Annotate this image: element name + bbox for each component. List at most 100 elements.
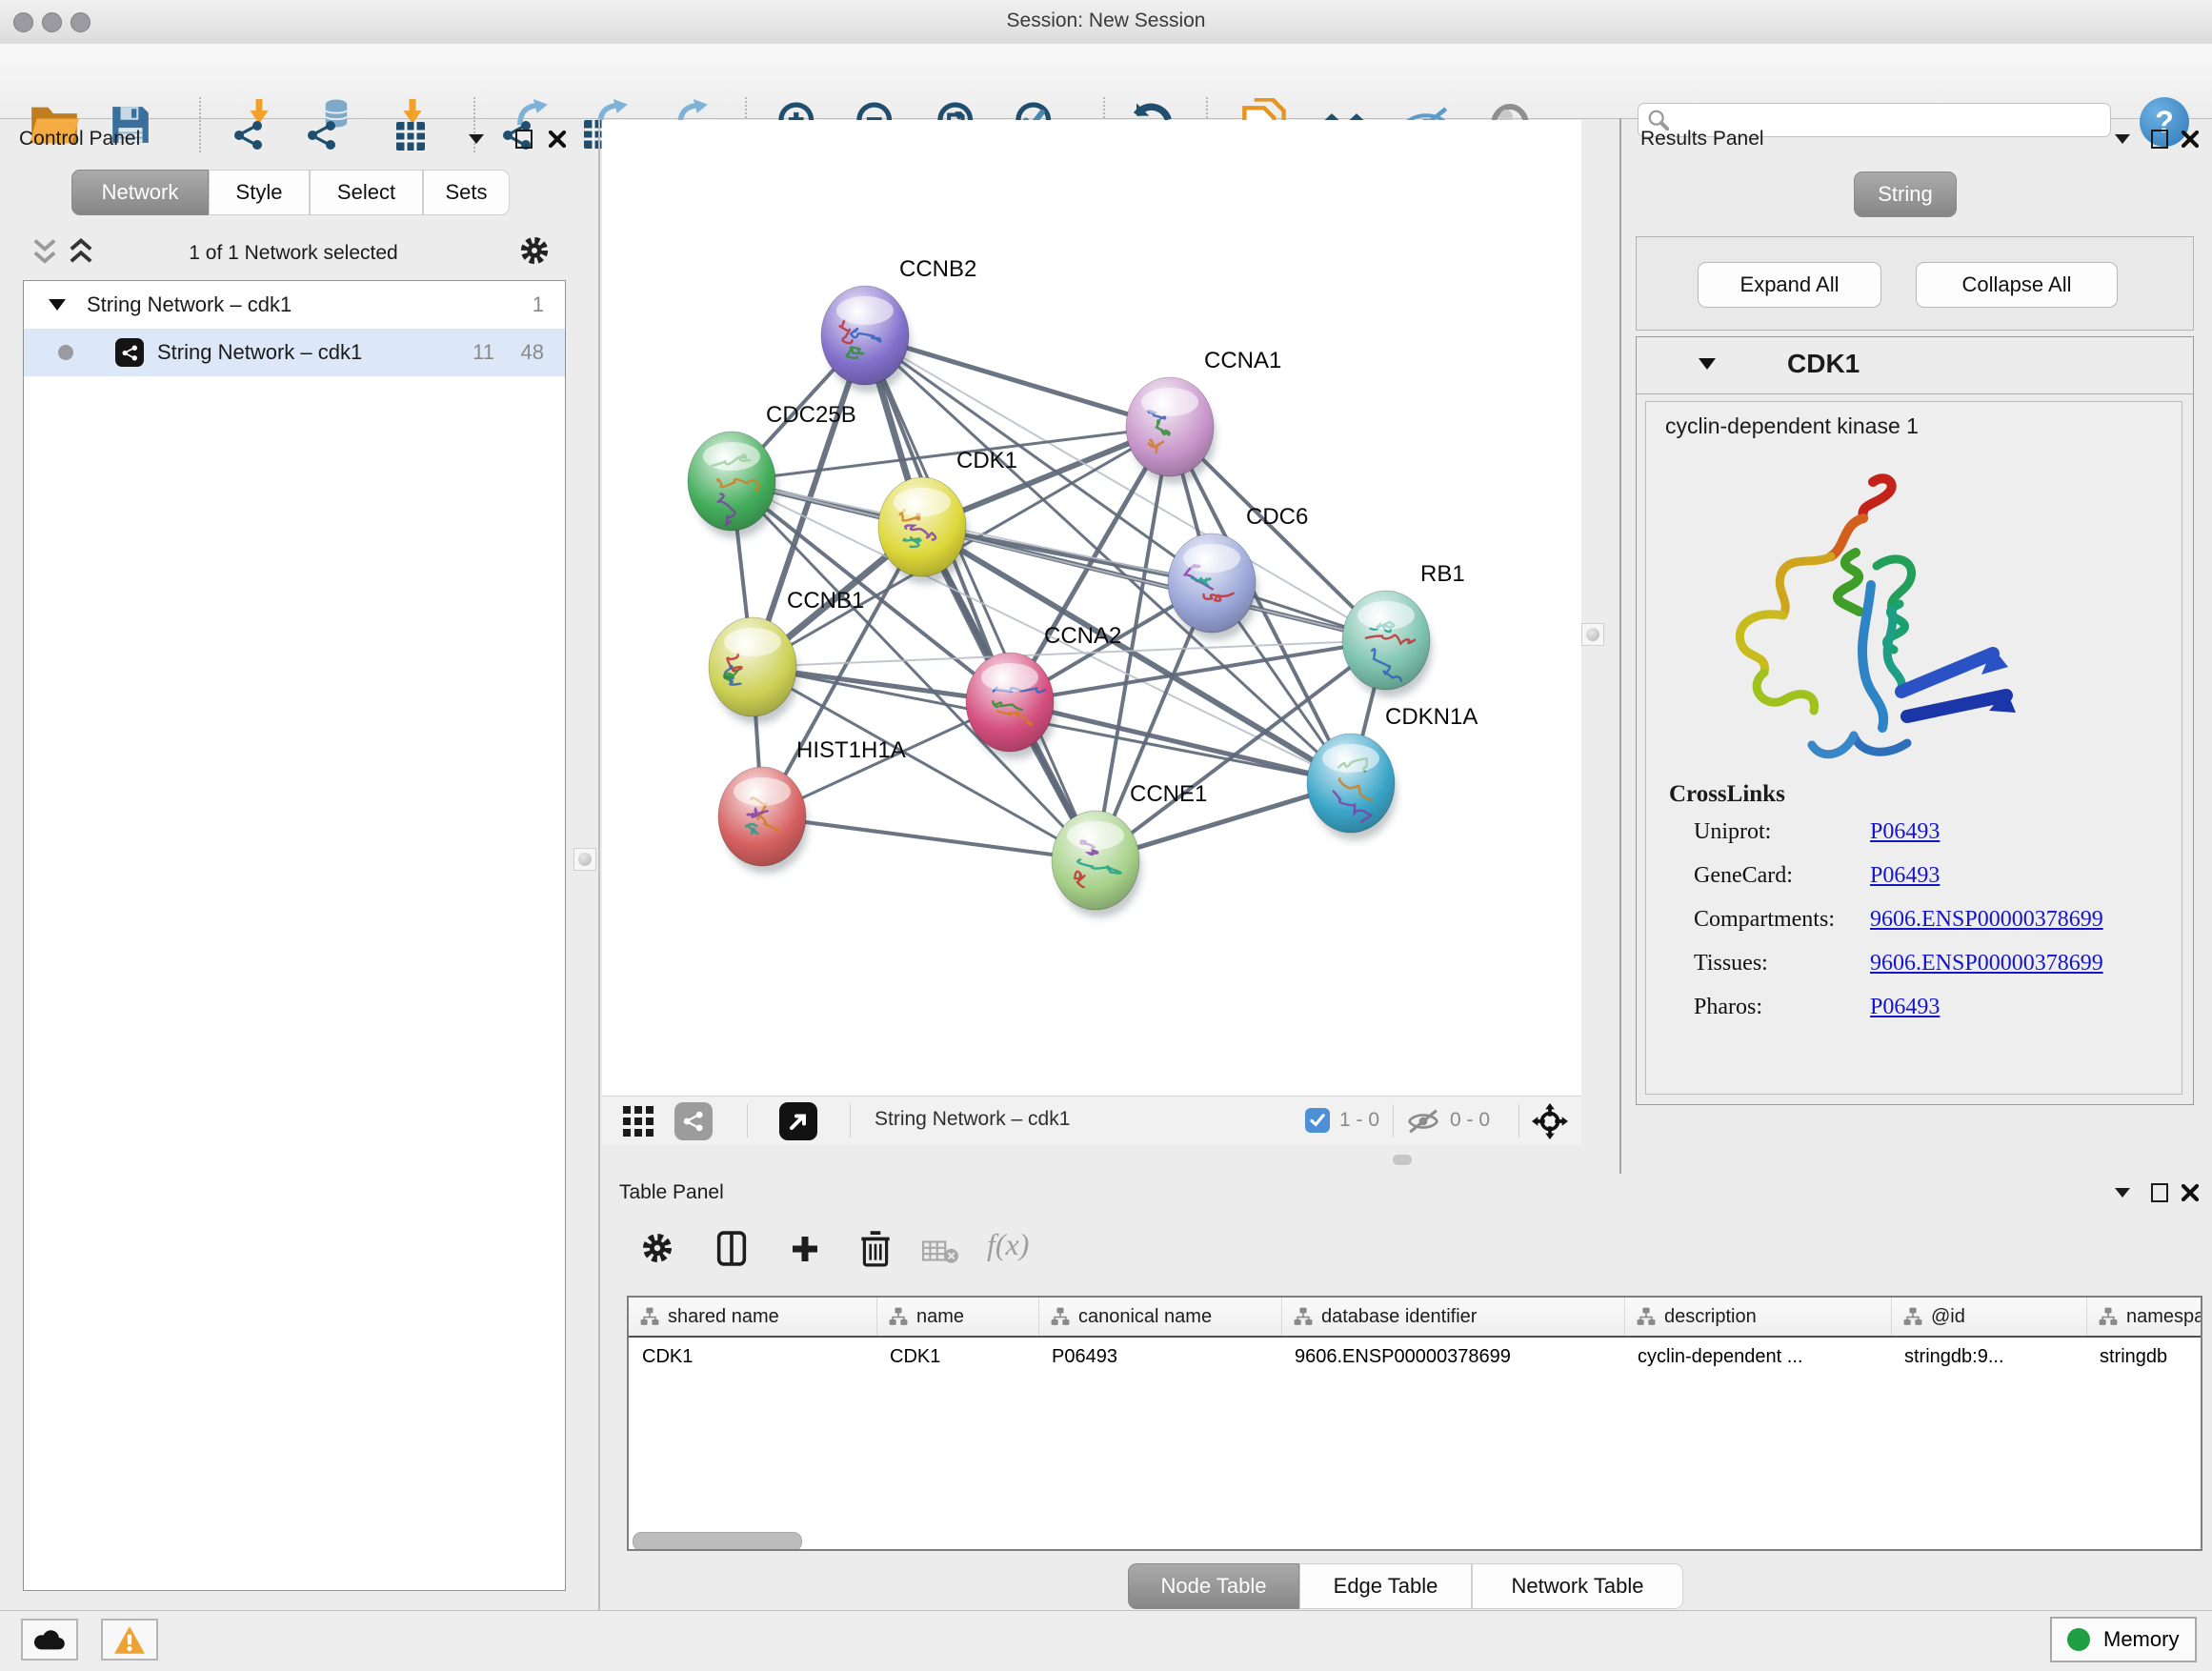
results-panel-collapse-icon[interactable] (2115, 134, 2130, 144)
node-gloss (1357, 601, 1415, 630)
tab-network[interactable]: Network (71, 170, 209, 215)
cell-database-identifier[interactable]: 9606.ENSP00000378699 (1281, 1346, 1624, 1368)
network-collection-row[interactable]: String Network – cdk1 1 (24, 281, 565, 329)
crosslink-label: Uniprot: (1694, 819, 1771, 845)
cell-shared-name[interactable]: CDK1 (629, 1346, 876, 1368)
center-view-crosshair-icon[interactable] (1532, 1103, 1568, 1139)
crosslink-label: Tissues: (1694, 951, 1768, 976)
table-panel-collapse-icon[interactable] (2115, 1188, 2130, 1198)
protein-structure-image (1675, 461, 2037, 804)
network-row-selected[interactable]: String Network – cdk1 11 48 (24, 329, 565, 376)
cell-canonical-name[interactable]: P06493 (1038, 1346, 1281, 1368)
edge-ccna2-cdkn1a[interactable] (1010, 702, 1351, 783)
gene-collapse-caret-icon[interactable] (1699, 358, 1716, 370)
table-horizontal-scrollbar[interactable] (633, 1532, 802, 1551)
gene-section-header[interactable]: CDK1 (1637, 337, 2193, 394)
expand-all-button[interactable]: Expand All (1698, 262, 1881, 308)
tab-node-table[interactable]: Node Table (1128, 1563, 1299, 1609)
column-header-shared-name[interactable]: shared name (629, 1298, 876, 1336)
network-canvas[interactable]: CCNB2CCNA1CDC25BCDK1CDC6RB1CCNB1CCNA2CDK… (602, 120, 1581, 1096)
column-header-canonical-name[interactable]: canonical name (1038, 1298, 1281, 1336)
warnings-button[interactable] (101, 1619, 158, 1661)
network-type-share-icon[interactable] (674, 1102, 713, 1140)
column-header-namespace[interactable]: namespace (2086, 1298, 2202, 1336)
delete-table-icon-disabled (922, 1237, 958, 1265)
crosslink-row: Compartments:9606.ENSP00000378699 (1646, 907, 2182, 951)
grid-view-icon[interactable] (623, 1106, 654, 1137)
control-panel-close-icon[interactable] (549, 131, 566, 148)
network-graph: CCNB2CCNA1CDC25BCDK1CDC6RB1CCNB1CCNA2CDK… (602, 120, 1581, 1096)
show-columns-icon[interactable] (716, 1231, 747, 1266)
network-options-gear-icon[interactable] (518, 234, 551, 267)
memory-button[interactable]: Memory (2050, 1617, 2197, 1662)
node-label: CCNE1 (1130, 781, 1207, 807)
crosslink-row: Tissues: 9606.ENSP00000378699 (1646, 951, 2182, 995)
right-splitter-handle[interactable] (1581, 623, 1604, 646)
results-panel-float-icon[interactable] (2151, 130, 2168, 149)
main-toolbar: ? (0, 44, 2212, 119)
cloud-status-button[interactable] (21, 1619, 78, 1661)
table-panel-close-icon[interactable] (2182, 1184, 2199, 1201)
network-collection-label: String Network – cdk1 (87, 292, 292, 317)
network-selection-status: 1 of 1 Network selected (23, 242, 564, 265)
cytoscape-window: Session: New Session (0, 0, 2212, 1671)
selected-checkbox[interactable] (1305, 1108, 1330, 1133)
current-network-title: String Network – cdk1 (875, 1108, 1070, 1131)
add-column-icon[interactable] (791, 1235, 819, 1263)
crosslink-link[interactable]: P06493 (1870, 995, 1940, 1020)
function-builder-button[interactable]: f(x) (987, 1227, 1029, 1262)
results-panel-close-icon[interactable] (2182, 131, 2199, 148)
right-splitter[interactable] (1619, 118, 1621, 1174)
tab-sets[interactable]: Sets (423, 170, 510, 215)
table-panel-tabs: Node TableEdge TableNetwork Table (1128, 1563, 1683, 1609)
string-network-icon (115, 338, 144, 367)
tab-edge-table[interactable]: Edge Table (1299, 1563, 1472, 1609)
network-tree: String Network – cdk1 1 String Network –… (23, 280, 566, 1591)
tab-style[interactable]: Style (209, 170, 310, 215)
column-header-database-identifier[interactable]: database identifier (1281, 1298, 1624, 1336)
tab-string[interactable]: String (1854, 171, 1957, 217)
column-header-name[interactable]: name (876, 1298, 1038, 1336)
control-panel-collapse-icon[interactable] (469, 134, 484, 144)
window-title: Session: New Session (0, 10, 2212, 32)
table-settings-gear-icon[interactable] (640, 1231, 674, 1265)
import-network-file-button[interactable] (229, 97, 284, 152)
crosslink-link[interactable]: P06493 (1870, 819, 1940, 845)
left-splitter-handle[interactable] (573, 848, 596, 871)
title-bar: Session: New Session (0, 0, 2212, 45)
column-header-description[interactable]: description (1624, 1298, 1891, 1336)
crosslink-link[interactable]: P06493 (1870, 863, 1940, 889)
left-splitter[interactable] (598, 118, 600, 1610)
control-panel-float-icon[interactable] (515, 130, 533, 149)
cell-id[interactable]: stringdb:9... (1891, 1346, 2086, 1368)
edge-ccnb2-ccna1[interactable] (865, 335, 1170, 427)
cell-name[interactable]: CDK1 (876, 1346, 1038, 1368)
crosslink-row: Uniprot: P06493 (1646, 819, 2182, 863)
tab-network-table[interactable]: Network Table (1472, 1563, 1683, 1609)
import-network-database-button[interactable] (305, 97, 360, 152)
table-row[interactable]: CDK1CDK1P064939606.ENSP00000378699cyclin… (629, 1338, 2201, 1376)
results-panel-title: Results Panel (1640, 128, 1764, 151)
edge-ccnb2-ccne1[interactable] (865, 335, 1096, 860)
crosslink-link[interactable]: 9606.ENSP00000378699 (1870, 907, 2103, 933)
collapse-all-button[interactable]: Collapse All (1916, 262, 2118, 308)
cell-description[interactable]: cyclin-dependent ... (1624, 1346, 1891, 1368)
crosslink-link[interactable]: 9606.ENSP00000378699 (1870, 951, 2103, 976)
table-panel-float-icon[interactable] (2151, 1183, 2168, 1202)
results-entry-box: CDK1 cyclin-dependent kinase 1 (1636, 336, 2194, 1105)
node-gloss (1183, 544, 1240, 573)
import-table-button[interactable] (385, 97, 440, 152)
horizontal-splitter-handle[interactable] (1393, 1155, 1412, 1165)
tree-expand-caret-icon[interactable] (49, 299, 66, 311)
node-label: CDC25B (766, 402, 856, 428)
delete-column-icon[interactable] (861, 1231, 890, 1267)
edge-hist1h1a-ccne1[interactable] (762, 816, 1096, 860)
node-label: CCNB2 (899, 256, 976, 282)
cell-namespace[interactable]: stringdb (2086, 1346, 2202, 1368)
edge-count: 48 (521, 340, 544, 365)
tab-select[interactable]: Select (310, 170, 423, 215)
open-in-new-window-icon[interactable] (779, 1102, 817, 1140)
node-ccnb2: CCNB2 (821, 256, 976, 393)
column-header-id[interactable]: @id (1891, 1298, 2086, 1336)
status-bar: Memory (0, 1610, 2212, 1671)
